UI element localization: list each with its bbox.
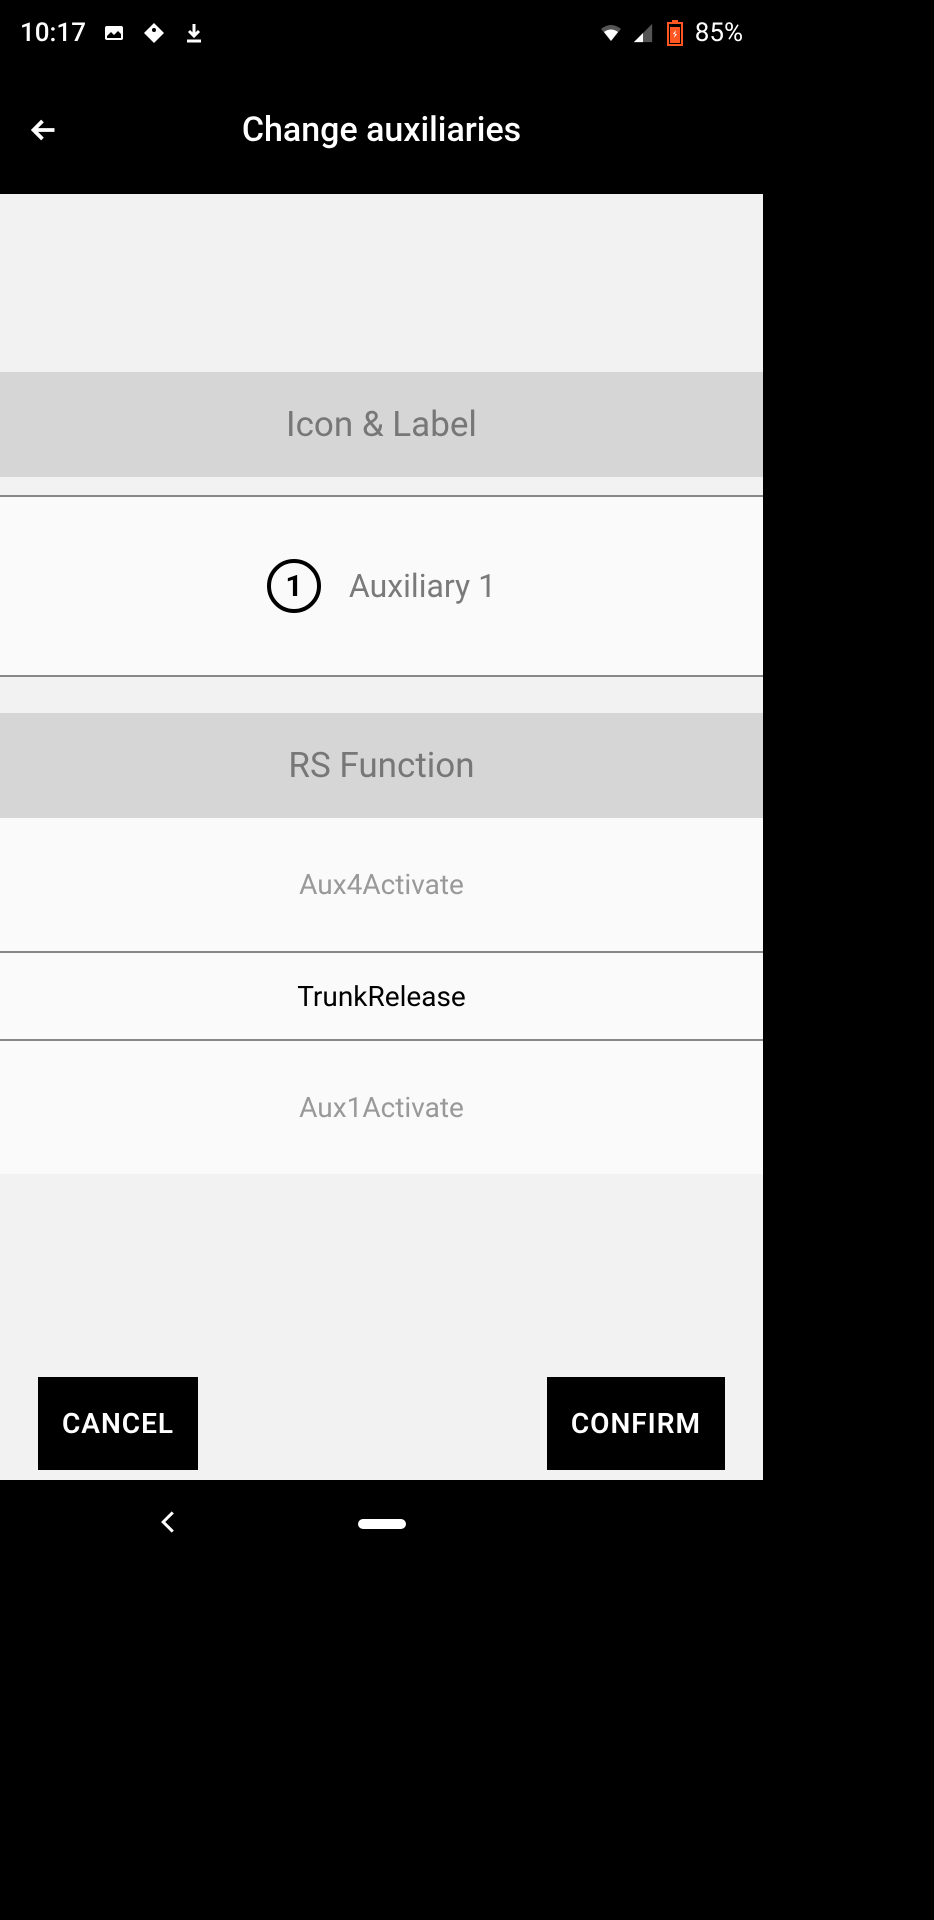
- page-title: Change auxiliaries: [242, 110, 521, 150]
- image-icon: [102, 21, 126, 45]
- tag-icon: [142, 21, 166, 45]
- status-right: 85%: [599, 18, 743, 48]
- app-bar: Change auxiliaries: [0, 66, 763, 194]
- button-bar: CANCEL CONFIRM: [0, 1377, 763, 1470]
- status-time: 10:17: [20, 18, 86, 48]
- main-content: Icon & Label 1 Auxiliary 1 RS Function A…: [0, 194, 763, 1480]
- section-gap: [0, 477, 763, 497]
- wifi-icon: [599, 21, 623, 45]
- status-bar: 10:17 85%: [0, 0, 763, 66]
- back-button[interactable]: [20, 106, 68, 154]
- download-icon: [182, 21, 206, 45]
- nav-back-icon[interactable]: [160, 1510, 176, 1539]
- status-left: 10:17: [20, 18, 206, 48]
- spacer: [0, 677, 763, 713]
- icon-label-section-header: Icon & Label: [0, 372, 763, 477]
- icon-label-picker[interactable]: 1 Auxiliary 1: [0, 497, 763, 677]
- rs-function-picker[interactable]: Aux4Activate TrunkRelease Aux1Activate: [0, 818, 763, 1174]
- function-option[interactable]: Aux4Activate: [0, 818, 763, 951]
- nav-home-pill[interactable]: [358, 1519, 406, 1529]
- rs-function-section-header: RS Function: [0, 713, 763, 818]
- signal-icon: [631, 21, 655, 45]
- aux-number-icon: 1: [267, 559, 321, 613]
- spacer: [0, 194, 763, 372]
- aux-label: Auxiliary 1: [349, 567, 496, 605]
- function-option-selected[interactable]: TrunkRelease: [0, 951, 763, 1041]
- confirm-button[interactable]: CONFIRM: [547, 1377, 725, 1470]
- cancel-button[interactable]: CANCEL: [38, 1377, 198, 1470]
- battery-icon: [663, 21, 687, 45]
- function-option[interactable]: Aux1Activate: [0, 1041, 763, 1174]
- battery-percentage: 85%: [695, 18, 743, 48]
- nav-bar: [0, 1480, 763, 1568]
